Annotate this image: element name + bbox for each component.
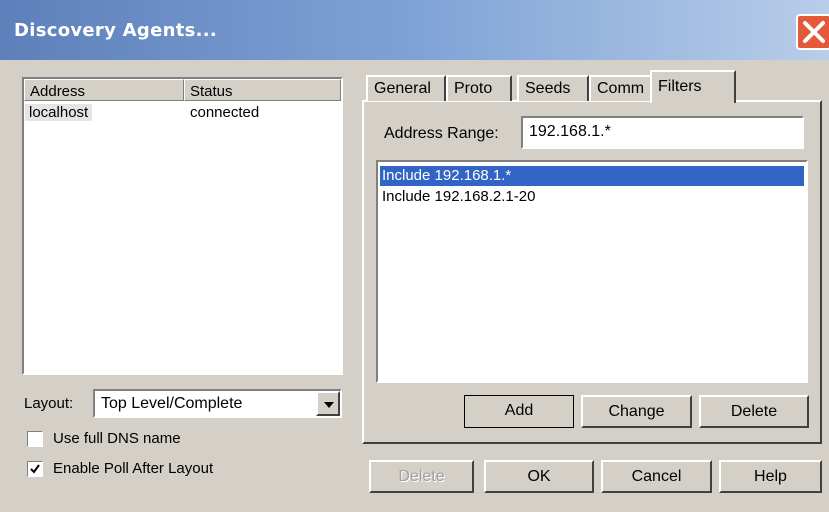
poll-label: Enable Poll After Layout [53, 460, 214, 477]
layout-label: Layout: [24, 395, 74, 412]
delete-agent-button[interactable]: Delete [369, 460, 474, 493]
tab-seeds[interactable]: Seeds [517, 75, 589, 101]
delete-filter-button[interactable]: Delete [699, 395, 809, 428]
help-button[interactable]: Help [719, 460, 822, 493]
checkmark-icon [30, 464, 40, 474]
column-header-status[interactable]: Status [184, 79, 341, 101]
filter-item-selected[interactable]: Include 192.168.1.* [380, 166, 804, 186]
tab-proto[interactable]: Proto [446, 75, 512, 101]
tab-general[interactable]: General [366, 75, 446, 101]
window-title: Discovery Agents... [14, 20, 218, 41]
close-button[interactable] [796, 14, 829, 50]
agent-list[interactable]: Address Status localhost connected [22, 77, 343, 375]
layout-dropdown-button[interactable] [316, 391, 340, 416]
layout-value: Top Level/Complete [101, 395, 243, 412]
agent-address: localhost [25, 104, 93, 121]
add-filter-button[interactable]: Add [464, 395, 574, 428]
address-range-value: 192.168.1.* [529, 123, 611, 140]
tab-filters[interactable]: Filters [650, 70, 736, 103]
agent-list-header: Address Status [24, 79, 341, 101]
poll-checkbox[interactable] [27, 461, 43, 477]
title-bar: Discovery Agents... [0, 0, 829, 60]
cancel-button[interactable]: Cancel [601, 460, 712, 493]
address-range-label: Address Range: [384, 125, 499, 142]
tab-comm[interactable]: Comm [589, 75, 654, 101]
agent-status: connected [190, 104, 260, 121]
change-filter-button[interactable]: Change [581, 395, 692, 428]
layout-dropdown[interactable]: Top Level/Complete [93, 389, 342, 418]
filter-item[interactable]: Include 192.168.2.1-20 [380, 187, 804, 207]
address-range-input[interactable]: 192.168.1.* [521, 116, 804, 149]
dns-label: Use full DNS name [53, 430, 181, 447]
dns-checkbox[interactable] [27, 431, 43, 447]
ok-button[interactable]: OK [484, 460, 594, 493]
filter-list[interactable]: Include 192.168.1.* Include 192.168.2.1-… [376, 160, 808, 383]
agent-row[interactable]: localhost connected [24, 102, 341, 122]
column-header-address[interactable]: Address [24, 79, 184, 101]
